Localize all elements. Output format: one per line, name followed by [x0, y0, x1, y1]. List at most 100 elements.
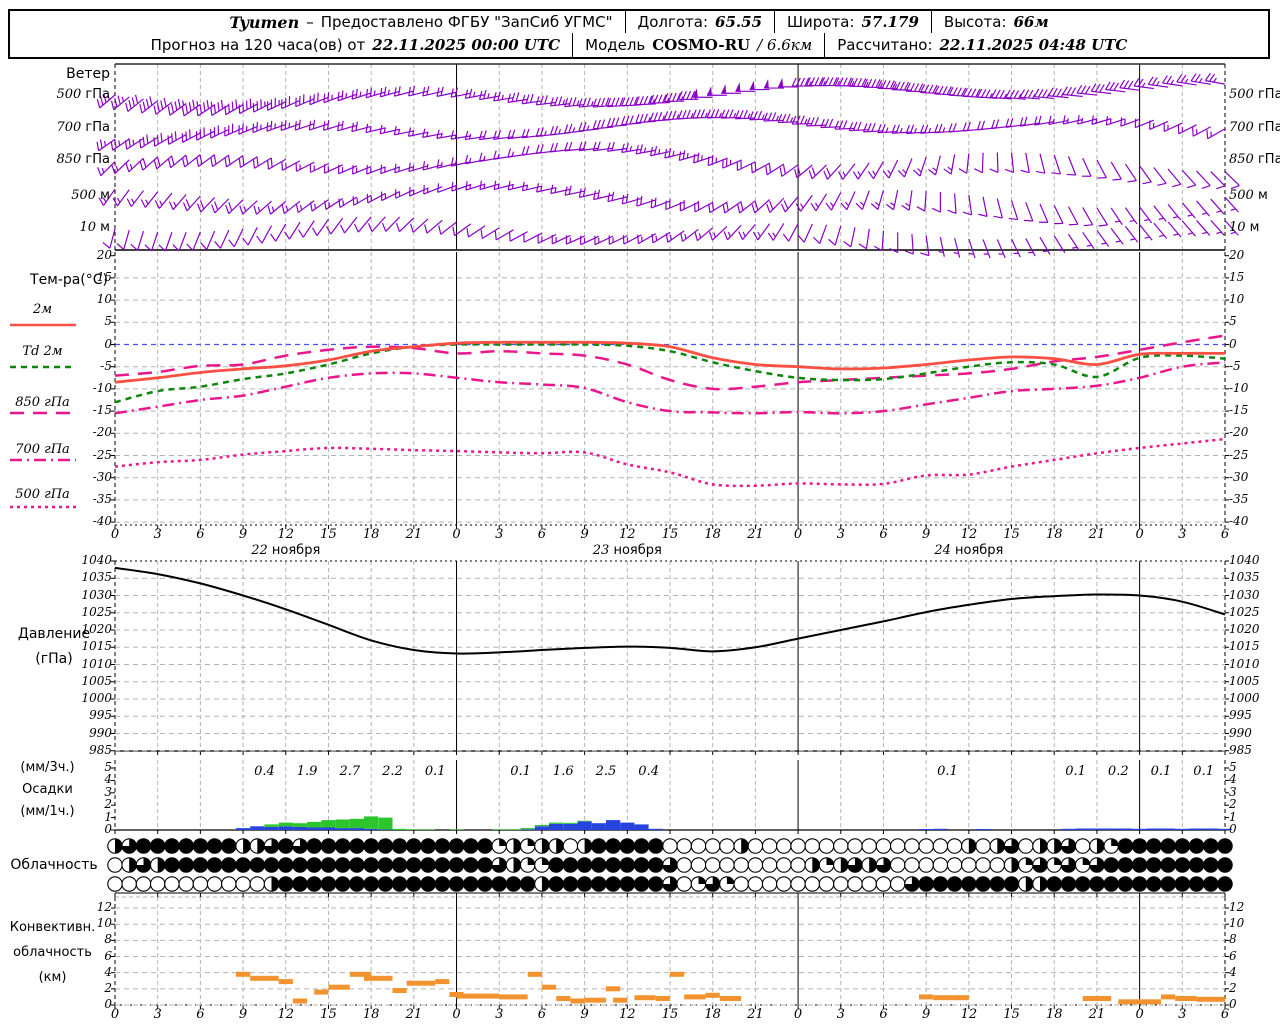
hour-label-mid: 15	[1003, 527, 1020, 542]
cloud-cover-symbol	[676, 876, 692, 892]
wind-barb	[858, 228, 870, 250]
convective-cloud-segment	[406, 980, 436, 986]
precip-3h-amount: 1.9	[297, 764, 318, 779]
convective-cloud-segment	[1196, 996, 1225, 1002]
cloud-cover-symbol	[135, 838, 152, 854]
cloud-cover-symbol	[733, 876, 749, 892]
y-tick-right: -20	[1229, 425, 1249, 440]
wind-barb	[958, 153, 970, 174]
hour-label-mid: 0	[1135, 527, 1144, 542]
legend-name-4: 500 гПа	[15, 487, 70, 502]
cloud-cover-symbol	[889, 857, 906, 873]
wind-barb	[1163, 122, 1183, 133]
cloud-cover-symbol	[135, 876, 152, 892]
meteogram-canvas: 0.4 1.9 2.7 2.2 0.1 0.1 1.6 2.5 0.4 0.1 0.1 0.2 0.1 0…	[10, 63, 1240, 1009]
y-tick-left: 6	[104, 948, 112, 963]
wind-barb	[873, 230, 885, 252]
y-tick-left: -40	[92, 514, 112, 529]
cloud-cover-symbol	[1146, 857, 1162, 873]
cloud-cover-fill	[1025, 876, 1033, 892]
y-tick-right: 10	[1229, 292, 1245, 307]
cloud-cover-symbol	[776, 876, 792, 892]
y-tick-left: 1035	[81, 570, 112, 585]
wind-barb	[1110, 227, 1124, 245]
y-tick-right: -15	[1229, 403, 1249, 418]
hour-label-bottom: 3	[1178, 1007, 1187, 1022]
wind-barb	[916, 191, 927, 212]
convective-cloud-segment	[364, 975, 393, 981]
y-tick-right: -5	[1229, 358, 1241, 373]
cloud-cover-symbol	[548, 857, 564, 873]
precip-bar-rain	[250, 826, 265, 830]
hour-label-bottom: 6	[537, 1007, 547, 1022]
precip-bar-rain	[520, 829, 535, 830]
cloud-cover-fill	[997, 838, 1005, 854]
cloud-cover-symbol	[420, 838, 436, 854]
cloud-cover-symbol	[206, 838, 223, 854]
wind-barb	[112, 189, 130, 207]
hour-label-mid: 18	[362, 527, 380, 542]
precip-bar-snow	[534, 825, 549, 827]
cloud-cover-symbol	[704, 857, 721, 873]
cloud-cover-symbol	[306, 838, 322, 854]
wind-barb	[395, 189, 415, 199]
wind-barb	[1167, 168, 1182, 188]
cloud-cover-symbol	[1174, 876, 1191, 892]
cloud-cover-symbol	[1174, 857, 1191, 873]
wind-barb	[738, 223, 756, 241]
precip-bar-snow	[506, 829, 521, 830]
precip-bar-rain	[563, 823, 578, 830]
cloud-cover-symbol	[576, 857, 593, 873]
precip-bar-rain	[577, 821, 592, 830]
cloud-cover-symbol	[477, 857, 493, 873]
y-tick-right: 1035	[1229, 570, 1260, 585]
wind-barb	[1020, 152, 1030, 174]
wind-barb	[494, 229, 514, 241]
convective-cloud-segment	[292, 998, 308, 1004]
cloud-cover-symbol	[391, 857, 408, 873]
precip-bar-snow	[449, 829, 464, 830]
precip-3h-amount: 0.1	[510, 764, 531, 779]
cloud-cover-symbol	[306, 876, 322, 892]
hour-label-mid: 3	[1178, 527, 1187, 542]
precip-bar-rain	[264, 826, 279, 830]
cloud-cover-symbol	[420, 876, 436, 892]
cloud-cover-fill	[1011, 857, 1019, 873]
cloud-cover-symbol	[946, 838, 963, 854]
wind-barb	[295, 161, 315, 172]
y-tick-right: -40	[1229, 514, 1249, 529]
wind-barb	[947, 193, 957, 214]
wind-barb	[1124, 163, 1137, 183]
hour-label-mid: 21	[405, 527, 423, 542]
cloud-cover-fill	[129, 857, 137, 873]
cloud-cover-symbol	[221, 876, 237, 892]
precip-3h-amount: 1.6	[553, 764, 574, 779]
cloud-cover-symbol	[989, 876, 1006, 892]
temp-panel-title: Тем-ра(°C)	[30, 272, 108, 288]
precip-bar-rain	[620, 822, 635, 830]
cloud-cover-symbol	[1203, 857, 1219, 873]
hour-label-bottom: 21	[1088, 1007, 1106, 1022]
hour-label-bottom: 9	[922, 1007, 931, 1022]
wind-barb	[535, 95, 557, 106]
cloud-cover-symbol	[1018, 838, 1034, 854]
y-tick-right: 20	[1229, 247, 1245, 262]
precip-bar-rain	[236, 828, 251, 830]
hour-label-bottom: 0	[1135, 1007, 1144, 1022]
cloud-cover-fill	[726, 876, 735, 884]
wind-barb	[1120, 117, 1140, 127]
wind-barb	[665, 198, 685, 211]
hour-label-bottom: 18	[704, 1007, 721, 1022]
legend-name-0: 2м	[32, 302, 53, 317]
precip-bar-rain	[349, 828, 364, 830]
wind-barb	[200, 230, 216, 250]
wind-barb	[870, 190, 885, 210]
pressure-panel-title: Давление	[17, 626, 91, 642]
y-tick-left: -35	[92, 491, 112, 506]
wind-barb	[507, 92, 528, 103]
convective-cloud-segment	[328, 984, 350, 990]
cloud-cover-fill	[499, 838, 507, 846]
wind-barb	[1053, 205, 1064, 225]
hour-label-mid: 15	[661, 527, 679, 542]
y-tick-left: 1025	[81, 604, 112, 619]
